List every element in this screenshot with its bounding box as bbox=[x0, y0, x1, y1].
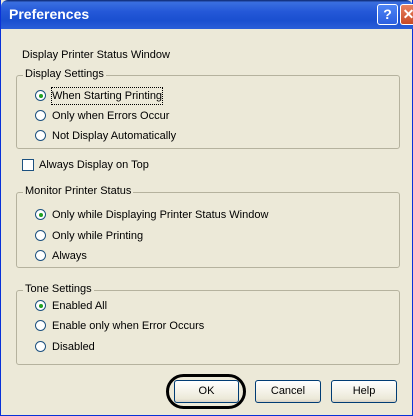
cancel-button[interactable]: Cancel bbox=[255, 380, 321, 403]
close-icon[interactable]: ✕ bbox=[400, 4, 413, 25]
radio-label: When Starting Printing bbox=[50, 87, 164, 105]
radio-label: Only while Printing bbox=[52, 230, 144, 242]
radio-label: Enabled All bbox=[52, 300, 108, 312]
radio-label: Only when Errors Occur bbox=[52, 110, 170, 122]
radio-button[interactable] bbox=[35, 209, 46, 220]
radio-label: Only while Displaying Printer Status Win… bbox=[52, 209, 269, 221]
radio-button[interactable] bbox=[35, 110, 46, 121]
checkbox-label: Always Display on Top bbox=[39, 159, 149, 171]
display-settings-legend: Display Settings bbox=[23, 68, 106, 80]
radio-label: Always bbox=[52, 250, 87, 262]
radio-button[interactable] bbox=[35, 300, 46, 311]
radio-button[interactable] bbox=[35, 250, 46, 261]
help-button[interactable]: Help bbox=[331, 380, 397, 403]
radio-button[interactable] bbox=[35, 341, 46, 352]
radio-label: Not Display Automatically bbox=[52, 130, 177, 142]
ok-button[interactable]: OK bbox=[174, 380, 239, 403]
radio-button[interactable] bbox=[35, 320, 46, 331]
tone-settings-legend: Tone Settings bbox=[23, 283, 94, 295]
title-bar[interactable]: Preferences ? ✕ bbox=[1, 0, 413, 29]
monitor-printer-status-legend: Monitor Printer Status bbox=[23, 185, 134, 197]
radio-button[interactable] bbox=[35, 130, 46, 141]
window-title: Preferences bbox=[9, 6, 90, 22]
section-header: Display Printer Status Window bbox=[22, 49, 170, 61]
radio-label: Enable only when Error Occurs bbox=[52, 320, 205, 332]
help-icon[interactable]: ? bbox=[377, 4, 398, 25]
radio-button[interactable] bbox=[35, 90, 46, 101]
radio-button[interactable] bbox=[35, 230, 46, 241]
radio-label: Disabled bbox=[52, 341, 95, 353]
checkbox[interactable] bbox=[22, 159, 34, 171]
preferences-dialog: Preferences ? ✕ Display Printer Status W… bbox=[0, 0, 413, 416]
